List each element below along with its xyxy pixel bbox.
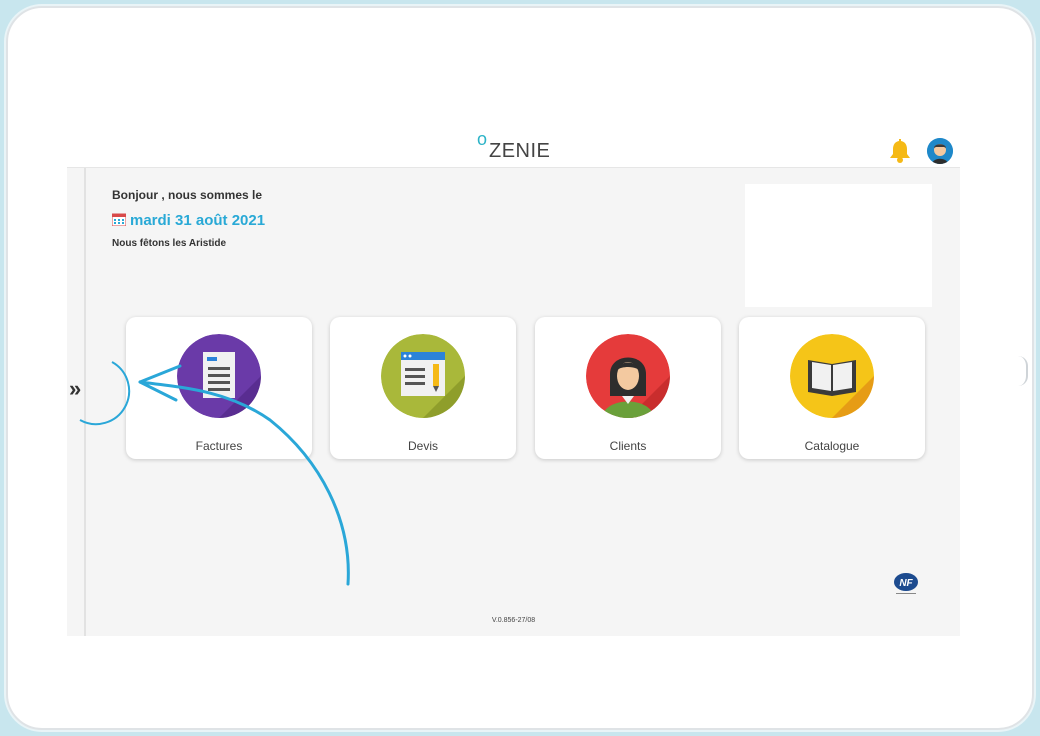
tile-clients[interactable]: Clients	[535, 317, 721, 459]
double-chevron-right-icon: »	[69, 376, 82, 401]
tile-catalogue[interactable]: Catalogue	[739, 317, 925, 459]
avatar-icon	[927, 138, 953, 164]
tile-devis[interactable]: Devis	[330, 317, 516, 459]
logo-mark: õ	[477, 134, 488, 149]
svg-text:NF: NF	[899, 578, 913, 589]
current-date: mardi 31 août 2021	[112, 212, 265, 229]
sidebar-expand-button[interactable]: »	[59, 366, 119, 418]
tile-label: Devis	[407, 439, 438, 453]
client-icon	[586, 334, 670, 418]
version-text: V.0.856-27/08	[491, 617, 536, 624]
tile-label: Factures	[195, 439, 243, 453]
bell-icon[interactable]	[887, 138, 913, 164]
quote-icon	[381, 334, 465, 418]
info-panel	[745, 184, 932, 307]
invoice-icon	[177, 334, 261, 418]
saint-day-text: Nous fêtons les Aristide	[112, 238, 227, 249]
app-screen: õ ZENIE Bonjour , nous sommes le mardi 3…	[67, 134, 960, 636]
greeting-text: Bonjour , nous sommes le	[112, 188, 263, 202]
tile-label: Catalogue	[804, 439, 860, 453]
tile-label: Clients	[609, 439, 647, 453]
nf-certification-logo: NF	[894, 573, 918, 594]
app-logo: õ ZENIE	[477, 134, 551, 163]
user-avatar[interactable]	[927, 138, 953, 164]
tile-factures[interactable]: Factures	[126, 317, 312, 459]
top-bar: õ ZENIE	[67, 134, 960, 168]
catalogue-icon	[790, 334, 874, 418]
logo-text: ZENIE	[489, 140, 551, 162]
calendar-icon	[112, 213, 126, 226]
date-text: mardi 31 août 2021	[130, 212, 266, 229]
